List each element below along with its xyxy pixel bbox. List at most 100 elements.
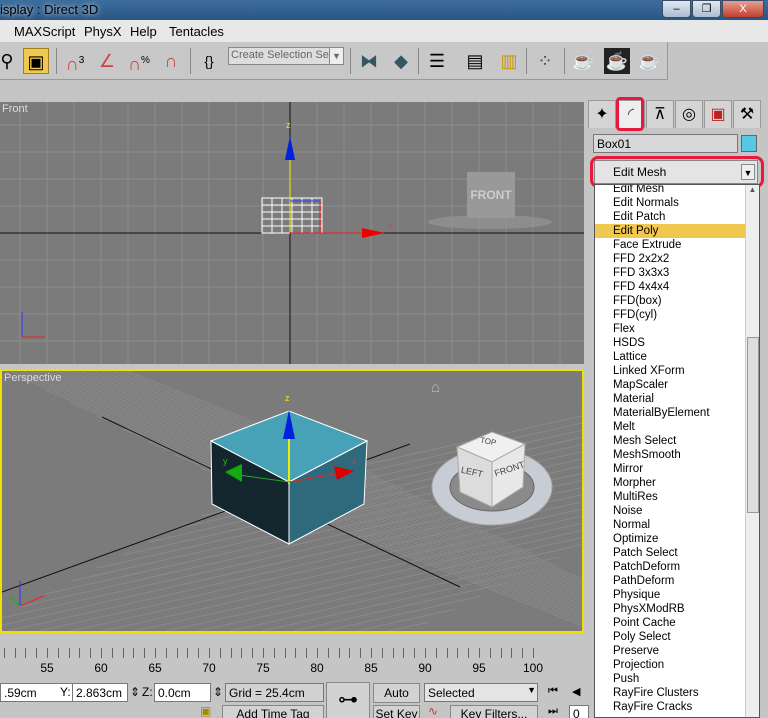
modifier-item[interactable]: Edit Poly xyxy=(595,224,745,238)
spinner-icon[interactable]: ⇕ xyxy=(213,685,223,699)
scroll-up-icon[interactable]: ▲ xyxy=(746,185,759,194)
modifier-item[interactable]: MultiRes xyxy=(595,490,745,504)
modifier-item[interactable]: Push xyxy=(595,672,745,686)
rendered-frame-icon[interactable]: ☕ xyxy=(604,48,630,74)
spinner-snap-icon[interactable]: ∩ xyxy=(158,48,184,74)
restore-button[interactable]: ❐ xyxy=(692,0,721,18)
modifier-item[interactable]: Mesh Select xyxy=(595,434,745,448)
ruler-tick xyxy=(533,648,534,658)
scrollbar[interactable]: ▲ xyxy=(745,185,759,717)
time-ruler[interactable]: 55 60 65 70 75 80 85 90 95 100 xyxy=(0,636,590,680)
ruler-tick xyxy=(230,648,232,658)
scroll-thumb[interactable] xyxy=(747,337,759,513)
menu-maxscript[interactable]: MAXScript xyxy=(14,24,75,39)
set-key-button[interactable]: Set Key xyxy=(373,705,420,718)
front-viewport[interactable]: Front FRONT z x xyxy=(0,102,584,364)
render-icon[interactable]: ☕ xyxy=(636,48,662,74)
modifier-item[interactable]: PhysXModRB xyxy=(595,602,745,616)
modifier-item[interactable]: Lattice xyxy=(595,350,745,364)
angle-snap-icon[interactable]: ∠ xyxy=(94,48,120,74)
menu-tentacles[interactable]: Tentacles xyxy=(169,24,224,39)
menu-help[interactable]: Help xyxy=(130,24,157,39)
home-icon[interactable]: ⌂ xyxy=(431,379,440,396)
select-object-icon[interactable]: ▣ xyxy=(23,48,49,74)
minimize-button[interactable]: – xyxy=(662,0,691,18)
auto-key-button[interactable]: Auto Key xyxy=(373,683,420,703)
motion-tab-icon[interactable]: ◎ xyxy=(675,100,703,128)
modifier-item[interactable]: Patch Select xyxy=(595,546,745,560)
ruler-tick xyxy=(68,648,70,658)
percent-snap-icon[interactable]: ∩% xyxy=(126,48,152,74)
modifier-item[interactable]: Projection xyxy=(595,658,745,672)
key-mode-toggle-icon[interactable]: ⏭ xyxy=(548,704,558,718)
key-filters-button[interactable]: Key Filters... xyxy=(450,705,538,718)
modifier-item[interactable]: FFD(box) xyxy=(595,294,745,308)
modifier-item[interactable]: Edit Normals xyxy=(595,196,745,210)
link-icon[interactable]: ⚲ xyxy=(0,48,20,74)
modifier-item[interactable]: MeshSmooth xyxy=(595,448,745,462)
snap-toggle-icon[interactable]: ∩3 xyxy=(62,48,88,74)
modifier-item[interactable]: Point Cache xyxy=(595,616,745,630)
modifier-item[interactable]: Physique xyxy=(595,588,745,602)
add-time-tag-button[interactable]: Add Time Tag xyxy=(222,705,324,718)
modifier-item[interactable]: Edit Mesh xyxy=(595,185,745,196)
schematic-view-icon[interactable]: ▥ xyxy=(496,48,522,74)
align-icon[interactable]: ◆ xyxy=(388,48,414,74)
viewcube-front[interactable]: FRONT xyxy=(467,172,515,218)
time-tag-icon[interactable]: ▣ xyxy=(200,705,211,718)
modifier-item[interactable]: MapScaler xyxy=(595,378,745,392)
perspective-viewport[interactable]: Perspective ⌂ z x y TOP LEFT FRONT xyxy=(0,369,584,633)
modifier-item[interactable]: RayFire Clusters xyxy=(595,686,745,700)
modifier-item[interactable]: Linked XForm xyxy=(595,364,745,378)
edit-named-selection-icon[interactable]: {} xyxy=(196,48,222,74)
modifier-item[interactable]: Material xyxy=(595,392,745,406)
mirror-icon[interactable]: ⧓ xyxy=(356,48,382,74)
key-mode-dropdown[interactable]: Selected ▼ xyxy=(424,683,538,702)
modifier-item[interactable]: RayFire Cracks xyxy=(595,700,745,714)
curve-editor-icon[interactable]: ▤ xyxy=(462,48,488,74)
viewport-label-perspective[interactable]: Perspective xyxy=(4,372,61,384)
display-tab-icon[interactable]: ▣ xyxy=(704,100,732,128)
current-frame-field[interactable]: 0 xyxy=(569,705,589,718)
modifier-item[interactable]: HSDS xyxy=(595,336,745,350)
menu-physx[interactable]: PhysX xyxy=(84,24,122,39)
modifier-item[interactable]: Normal xyxy=(595,518,745,532)
z-coordinate-field[interactable]: 0.0cm xyxy=(154,683,211,702)
y-coordinate-field[interactable]: 2.863cm xyxy=(72,683,128,702)
modifier-item[interactable]: Flex xyxy=(595,322,745,336)
modifier-item[interactable]: FFD 2x2x2 xyxy=(595,252,745,266)
modifier-item[interactable]: Noise xyxy=(595,504,745,518)
render-setup-icon[interactable]: ☕ xyxy=(570,48,596,74)
modifier-item[interactable]: FFD(cyl) xyxy=(595,308,745,322)
modifier-item[interactable]: MaterialByElement xyxy=(595,406,745,420)
modifier-item[interactable]: Mirror xyxy=(595,462,745,476)
modifier-item[interactable]: Melt xyxy=(595,420,745,434)
modifier-item[interactable]: Edit Patch xyxy=(595,210,745,224)
modifier-item[interactable]: Optimize xyxy=(595,532,745,546)
go-to-start-icon[interactable]: ⏮ xyxy=(548,685,558,698)
modifier-item[interactable]: Morpher xyxy=(595,476,745,490)
modifier-item[interactable]: PathDeform xyxy=(595,574,745,588)
ruler-tick xyxy=(327,648,329,658)
modifier-item[interactable]: Poly Select xyxy=(595,630,745,644)
modifier-item[interactable]: Preserve xyxy=(595,644,745,658)
object-name-field[interactable]: Box01 xyxy=(593,134,738,153)
modifier-item[interactable]: FFD 4x4x4 xyxy=(595,280,745,294)
grid-line xyxy=(293,582,508,631)
selection-set-dropdown[interactable]: Create Selection Set ▼ xyxy=(228,47,344,65)
utilities-tab-icon[interactable]: ⚒ xyxy=(733,100,761,128)
close-button[interactable]: X xyxy=(722,0,764,18)
modifier-item[interactable]: Face Extrude xyxy=(595,238,745,252)
previous-frame-icon[interactable]: ◀ xyxy=(572,685,580,698)
object-color-swatch[interactable] xyxy=(741,135,757,152)
hierarchy-tab-icon[interactable]: ⊼ xyxy=(646,100,674,128)
spinner-icon[interactable]: ⇕ xyxy=(130,685,140,699)
key-icon[interactable]: ⊶ xyxy=(326,682,370,718)
material-editor-icon[interactable]: ⁘ xyxy=(532,48,558,74)
create-tab-icon[interactable]: ✦ xyxy=(588,100,616,128)
modifier-item[interactable]: FFD 3x3x3 xyxy=(595,266,745,280)
layer-manager-icon[interactable]: ☰ xyxy=(424,48,450,74)
modifier-item[interactable]: PatchDeform xyxy=(595,560,745,574)
viewport-label-front[interactable]: Front xyxy=(2,103,28,115)
key-curve-icon[interactable]: ∿ xyxy=(428,704,438,718)
